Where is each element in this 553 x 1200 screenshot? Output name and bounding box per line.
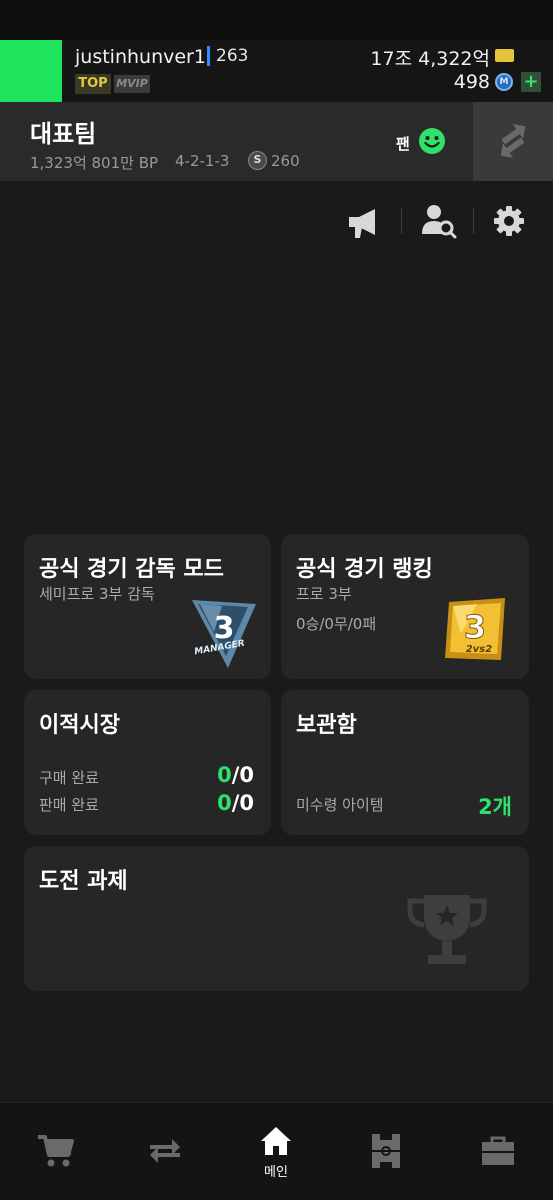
ranking-badge-icon: 3 2vs2 [445, 598, 505, 660]
sell-total-count: /0 [231, 791, 254, 815]
status-bar [0, 0, 553, 40]
team-formation: 4-2-1-3 [175, 152, 230, 170]
ticket-icon [495, 49, 514, 62]
manager-mode-subtitle: 세미프로 3부 감독 [39, 585, 155, 603]
buy-complete-label: 구매 완료 [39, 769, 99, 787]
home-icon [261, 1127, 291, 1155]
nav-storage[interactable] [442, 1103, 552, 1200]
briefcase-icon [482, 1136, 514, 1165]
salary-value: 260 [271, 152, 300, 170]
trophy-icon [407, 895, 487, 964]
field-icon [372, 1134, 400, 1168]
username: justinhunver1 [75, 46, 206, 68]
swap-team-button[interactable] [473, 102, 553, 181]
storage-title: 보관함 [296, 713, 357, 738]
gear-icon[interactable] [493, 205, 525, 237]
level-badge: 263 [207, 46, 248, 66]
vip-tag: MVIP [114, 75, 150, 93]
icon-divider [473, 208, 474, 234]
ranking-badge-number: 3 [464, 608, 486, 646]
top-tag: TOP [75, 74, 111, 94]
nav-squad[interactable] [331, 1103, 441, 1200]
nav-main-label: 메인 [264, 1165, 288, 1180]
buy-complete-value: 0/0 [217, 763, 254, 787]
nav-main[interactable]: 메인 [221, 1103, 331, 1200]
swap-icon [500, 124, 526, 158]
storage-card[interactable]: 보관함 미수령 아이템 2개 [281, 690, 529, 835]
buy-done-count: 0 [217, 763, 232, 787]
user-search-icon[interactable] [420, 202, 458, 240]
manager-badge-icon: 3 MANAGER [192, 600, 256, 668]
megaphone-icon[interactable] [345, 206, 383, 240]
fan-label: 팬 [396, 135, 410, 153]
ranking-title: 공식 경기 랭킹 [296, 557, 433, 582]
add-points-button[interactable]: + [521, 72, 541, 92]
manager-mode-title: 공식 경기 감독 모드 [39, 557, 224, 582]
cart-icon [38, 1135, 74, 1167]
coin-icon: M [495, 73, 513, 91]
transfer-arrows-icon [150, 1139, 180, 1163]
points-amount: 498 [453, 71, 490, 93]
transfer-market-card[interactable]: 이적시장 구매 완료 0/0 판매 완료 0/0 [24, 690, 271, 835]
ranking-card[interactable]: 공식 경기 랭킹 프로 3부 0승/0무/0패 3 2vs2 [281, 534, 529, 679]
team-bp: 1,323억 801만 BP [30, 154, 159, 172]
unclaimed-items-count: 2개 [478, 795, 512, 819]
profile-emblem[interactable] [0, 40, 62, 102]
team-title: 대표팀 [30, 120, 97, 148]
team-bar[interactable]: 대표팀 1,323억 801만 BP 4-2-1-3 S 260 팬 [0, 102, 553, 181]
smiley-icon[interactable] [418, 127, 446, 155]
transfer-title: 이적시장 [39, 713, 120, 738]
sell-complete-value: 0/0 [217, 791, 254, 815]
manager-mode-card[interactable]: 공식 경기 감독 모드 세미프로 3부 감독 3 MANAGER [24, 534, 271, 679]
bottom-nav: 메인 [0, 1102, 553, 1200]
sell-complete-label: 판매 완료 [39, 796, 99, 814]
ranking-record: 0승/0무/0패 [296, 615, 377, 633]
buy-total-count: /0 [231, 763, 254, 787]
money-amount: 17조 4,322억 [370, 48, 490, 70]
unclaimed-items-label: 미수령 아이템 [296, 796, 384, 814]
profile-bar: justinhunver1 263 TOP MVIP 17조 4,322억 49… [0, 40, 553, 102]
nav-transfer[interactable] [110, 1103, 220, 1200]
ranking-badge-text: 2vs2 [466, 644, 492, 655]
nav-shop[interactable] [0, 1103, 110, 1200]
icon-divider [401, 208, 402, 234]
salary-icon: S [248, 151, 267, 170]
challenge-card[interactable]: 도전 과제 [24, 846, 529, 991]
ranking-subtitle: 프로 3부 [296, 585, 352, 603]
sell-done-count: 0 [217, 791, 232, 815]
challenge-title: 도전 과제 [39, 869, 128, 894]
